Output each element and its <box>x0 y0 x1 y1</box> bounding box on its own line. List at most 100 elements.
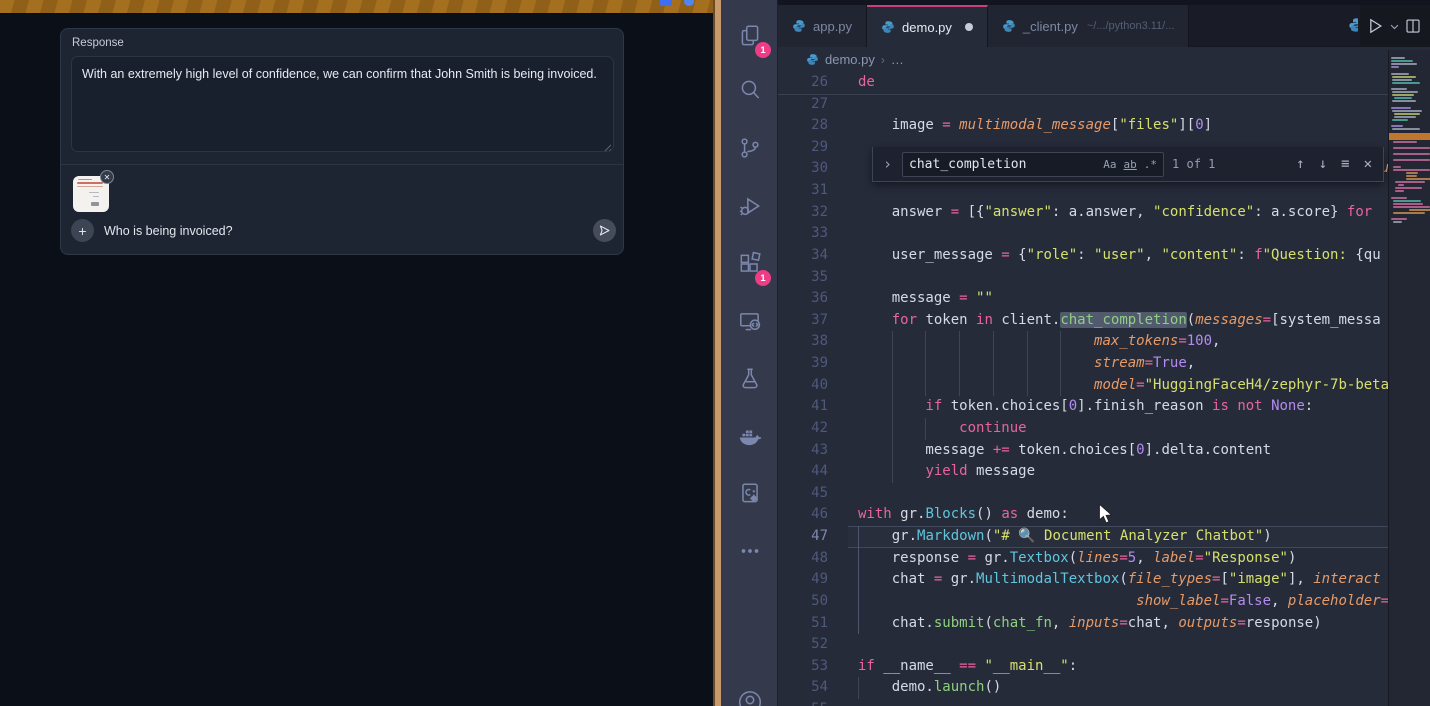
code-line[interactable]: 47 gr.Markdown("# 🔍 Document Analyzer Ch… <box>778 526 1388 548</box>
line-number[interactable]: 52 <box>778 634 828 656</box>
run-python-file-button[interactable] <box>1365 16 1385 36</box>
editor-group: app.pydemo.py_client.py~/.../python3.11/… <box>778 0 1430 706</box>
explorer-icon[interactable]: 1 <box>721 12 778 60</box>
code-line[interactable]: 48 response = gr.Textbox(lines=5, label=… <box>778 548 1388 570</box>
send-button[interactable] <box>593 219 616 242</box>
remove-attachment-button[interactable]: ✕ <box>100 170 114 184</box>
line-number[interactable]: 43 <box>778 440 828 462</box>
line-number[interactable]: 37 <box>778 310 828 332</box>
line-number[interactable]: 36 <box>778 288 828 310</box>
breadcrumb-file[interactable]: demo.py <box>825 52 875 67</box>
code-text: max_tokens=100, <box>858 331 1388 353</box>
line-number[interactable]: 44 <box>778 461 828 483</box>
line-number[interactable]: 46 <box>778 504 828 526</box>
line-number[interactable]: 34 <box>778 245 828 267</box>
code-line[interactable]: 32 answer = [{"answer": a.answer, "confi… <box>778 202 1388 224</box>
editor-tab-_client.py[interactable]: _client.py~/.../python3.11/... <box>988 5 1189 47</box>
remote-explorer-icon[interactable] <box>721 298 778 346</box>
code-line[interactable]: 49 chat = gr.MultimodalTextbox(file_type… <box>778 569 1388 591</box>
find-widget: › chat_completion Aa ab .* 1 of 1 ↑ ↓ ≡ … <box>872 147 1384 182</box>
line-number[interactable]: 40 <box>778 375 828 397</box>
line-number[interactable]: 33 <box>778 223 828 245</box>
line-number[interactable]: 32 <box>778 202 828 224</box>
line-number[interactable]: 45 <box>778 483 828 505</box>
overflow-tab-python-icon[interactable] <box>1348 17 1358 33</box>
line-number[interactable]: 27 <box>778 94 828 116</box>
regex-toggle[interactable]: .* <box>1144 158 1157 171</box>
code-line[interactable]: 55 <box>778 699 1388 706</box>
code-line[interactable]: 28 image = multimodal_message["files"][0… <box>778 115 1388 137</box>
account-icon[interactable] <box>721 676 778 706</box>
find-query[interactable]: chat_completion <box>909 157 1096 172</box>
find-close-button[interactable]: ✕ <box>1361 156 1375 172</box>
line-number[interactable]: 50 <box>778 591 828 613</box>
split-editor-button[interactable] <box>1404 17 1422 35</box>
code-line[interactable]: 44 yield message <box>778 461 1388 483</box>
line-number[interactable]: 35 <box>778 267 828 289</box>
line-number[interactable]: 49 <box>778 569 828 591</box>
code-line[interactable]: 51 chat.submit(chat_fn, inputs=chat, out… <box>778 613 1388 635</box>
code-line[interactable]: 42 continue <box>778 418 1388 440</box>
attachment-thumbnail[interactable]: ✕ <box>73 176 109 212</box>
code-line[interactable]: 40 model="HuggingFaceH4/zephyr-7b-beta <box>778 375 1388 397</box>
chat-input[interactable]: Who is being invoiced? <box>104 224 233 238</box>
code-line[interactable]: 53if __name__ == "__main__": <box>778 656 1388 678</box>
code-editor[interactable]: 26de2728 image = multimodal_message["fil… <box>778 72 1430 706</box>
code-line[interactable]: 31 <box>778 180 1388 202</box>
line-number[interactable]: 30 <box>778 158 828 180</box>
line-number[interactable]: 26 <box>778 72 828 94</box>
line-number[interactable]: 38 <box>778 331 828 353</box>
code-line[interactable]: 50 show_label=False, placeholder= <box>778 591 1388 613</box>
add-file-button[interactable]: + <box>71 219 94 242</box>
find-next-button[interactable]: ↓ <box>1316 156 1330 172</box>
modified-indicator-icon[interactable] <box>965 23 973 31</box>
run-dropdown-chevron-icon[interactable] <box>1389 21 1400 32</box>
response-textarea[interactable]: With an extremely high level of confiden… <box>71 56 614 152</box>
line-number[interactable]: 51 <box>778 613 828 635</box>
code-line[interactable]: 45 <box>778 483 1388 505</box>
line-number[interactable]: 54 <box>778 677 828 699</box>
source-control-icon[interactable] <box>721 124 778 172</box>
line-number[interactable]: 55 <box>778 699 828 706</box>
breadcrumb-more[interactable]: … <box>891 52 904 67</box>
find-toggle-chevron-icon[interactable]: › <box>881 155 894 173</box>
code-line[interactable]: 38 max_tokens=100, <box>778 331 1388 353</box>
code-tools-icon[interactable] <box>721 470 778 518</box>
code-line[interactable]: 35 <box>778 267 1388 289</box>
line-number[interactable]: 42 <box>778 418 828 440</box>
minimap[interactable] <box>1388 50 1430 706</box>
code-line[interactable]: 33 <box>778 223 1388 245</box>
whole-word-toggle[interactable]: ab <box>1124 158 1137 171</box>
code-line[interactable]: 41 if token.choices[0].finish_reason is … <box>778 396 1388 418</box>
editor-tab-app.py[interactable]: app.py <box>778 5 867 47</box>
testing-icon[interactable] <box>721 355 778 403</box>
more-views-icon[interactable] <box>721 527 778 575</box>
extensions-icon[interactable]: 1 <box>721 240 778 288</box>
line-number[interactable]: 31 <box>778 180 828 202</box>
editor-tab-demo.py[interactable]: demo.py <box>867 5 988 47</box>
line-number[interactable]: 28 <box>778 115 828 137</box>
line-number[interactable]: 29 <box>778 137 828 159</box>
code-line[interactable]: 37 for token in client.chat_completion(m… <box>778 310 1388 332</box>
code-line[interactable]: 43 message += token.choices[0].delta.con… <box>778 440 1388 462</box>
code-line[interactable]: 36 message = "" <box>778 288 1388 310</box>
code-line[interactable]: 52 <box>778 634 1388 656</box>
search-icon[interactable] <box>721 66 778 114</box>
code-line[interactable]: 54 demo.launch() <box>778 677 1388 699</box>
code-line[interactable]: 27 <box>778 94 1388 116</box>
line-number[interactable]: 47 <box>778 526 828 548</box>
find-previous-button[interactable]: ↑ <box>1293 156 1307 172</box>
code-line[interactable]: 26de <box>778 72 1388 94</box>
find-input[interactable]: chat_completion Aa ab .* <box>902 152 1164 177</box>
line-number[interactable]: 39 <box>778 353 828 375</box>
run-debug-icon[interactable] <box>721 182 778 230</box>
code-line[interactable]: 39 stream=True, <box>778 353 1388 375</box>
docker-icon[interactable] <box>721 413 778 461</box>
code-line[interactable]: 34 user_message = {"role": "user", "cont… <box>778 245 1388 267</box>
line-number[interactable]: 41 <box>778 396 828 418</box>
match-case-toggle[interactable]: Aa <box>1103 158 1116 171</box>
line-number[interactable]: 48 <box>778 548 828 570</box>
code-line[interactable]: 46with gr.Blocks() as demo: <box>778 504 1388 526</box>
line-number[interactable]: 53 <box>778 656 828 678</box>
find-in-selection-button[interactable]: ≡ <box>1338 156 1352 172</box>
